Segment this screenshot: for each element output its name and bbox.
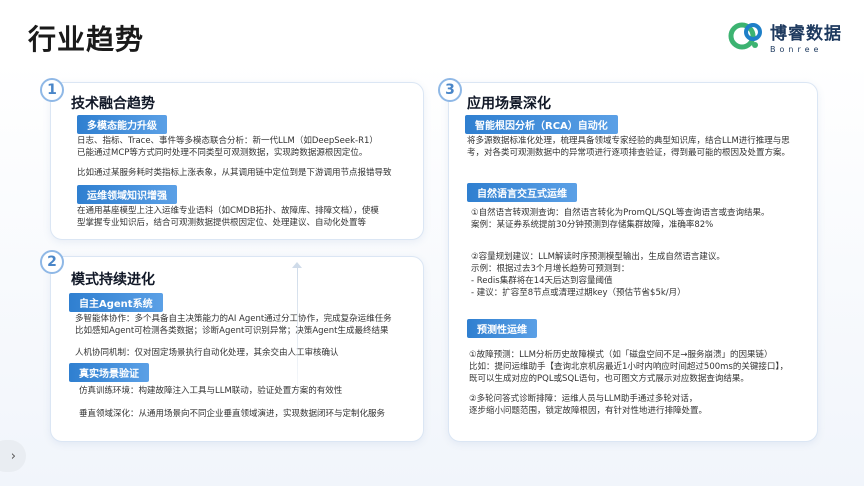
bonree-logo-icon	[728, 22, 762, 50]
tag-multimodal: 多模态能力升级	[77, 115, 167, 134]
text-line: 在通用基座模型上注入运维专业语料（如CMDB拓扑、故障库、排障文档），使模	[77, 206, 379, 216]
text-line: ①自然语言转观测查询：自然语言转化为PromQL/SQL等查询语言或查询结果。	[471, 208, 770, 218]
text-line: 已能通过MCP等方式同时处理不同类型可观测数据，实现跨数据源根因定位。	[77, 148, 368, 158]
text-line: 垂直领域深化：从通用场景向不同企业垂直领域演进，实现数据闭环与定制化服务	[79, 409, 386, 419]
tag-nl-ops: 自然语言交互式运维	[467, 183, 577, 202]
card-title: 应用场景深化	[467, 96, 551, 112]
text-line: 示例：根据过去3个月增长趋势可预测到：	[471, 264, 630, 274]
page-title: 行业趋势	[28, 23, 145, 56]
card-model-evolution: 模式持续进化 自主Agent系统 多智能体协作：多个具备自主决策能力的AI Ag…	[50, 256, 424, 442]
card-scenario-deepening: 应用场景深化 智能根因分析（RCA）自动化 将多源数据标准化处理，梳理具备领域专…	[448, 82, 818, 442]
arrow-up-icon	[292, 262, 302, 268]
text-line: 比如：提问运维助手【查询北京机房最近1小时内响应时间超过500ms的关键接口】，	[469, 362, 789, 372]
card-title: 技术融合趋势	[71, 96, 155, 112]
text-line: ①故障预测：LLM分析历史故障模式（如「磁盘空间不足→服务崩溃」的因果链）	[469, 350, 773, 360]
divider-line	[297, 268, 298, 418]
text-line: 逐步缩小问题范围，锁定故障根因，有针对性地进行排障处置。	[469, 406, 708, 416]
text-line: 型掌握专业知识后，结合可观测数据提供根因定位、处理建议、自动化处置等	[77, 218, 367, 228]
text-line: 将多源数据标准化处理，梳理具备领域专家经验的典型知识库，结合LLM进行推理与思	[467, 136, 790, 146]
card-number-badge: 2	[40, 250, 64, 274]
text-line: ②多轮问答式诊断排障：运维人员与LLM助手通过多轮对话，	[469, 394, 698, 404]
text-line: 仿真训练环境：构建故障注入工具与LLM联动，验证处置方案的有效性	[79, 386, 343, 396]
tag-autonomous-agent: 自主Agent系统	[69, 293, 163, 312]
card-tech-fusion: 技术融合趋势 多模态能力升级 日志、指标、Trace、事件等多模态联合分析：新一…	[50, 82, 424, 240]
tag-predictive-ops: 预测性运维	[467, 319, 537, 338]
tag-real-scenario: 真实场景验证	[69, 363, 149, 382]
text-line: 人机协同机制：仅对固定场景执行自动化处理，其余交由人工审核确认	[75, 348, 339, 358]
logo-name-en: Bonree	[770, 44, 823, 54]
text-line: 比如感知Agent可检测各类数据；诊断Agent可识别异常；决策Agent生成最…	[75, 326, 389, 336]
text-line: ②容量规划建议：LLM解读时序预测模型输出，生成自然语言建议。	[471, 252, 725, 262]
tag-domain-knowledge: 运维领域知识增强	[77, 185, 177, 204]
brand-logo: 博睿数据 Bonree	[728, 18, 842, 54]
card-number-badge: 3	[438, 78, 462, 102]
text-line: - 建议：扩容至8节点或清理过期key（预估节省$5k/月）	[471, 288, 686, 298]
text-line: 比如通过某服务耗时类指标上涨表象，从其调用链中定位到是下游调用节点报错导致	[77, 168, 392, 178]
card-number-badge: 1	[40, 78, 64, 102]
text-line: - Redis集群将在14天后达到容量阈值	[471, 276, 613, 286]
logo-name-cn: 博睿数据	[770, 23, 842, 44]
card-title: 模式持续进化	[71, 272, 155, 288]
text-line: 考，对各类可观测数据中的异常项进行逐项排查验证，得到最可能的根因及处置方案。	[467, 148, 791, 158]
text-line: 既可以生成对应的PQL或SQL语句，也可图文方式展示对应数据查询结果。	[469, 374, 749, 384]
text-line: 日志、指标、Trace、事件等多模态联合分析：新一代LLM（如DeepSeek-…	[77, 136, 378, 146]
text-line: 案例：某证券系统提前30分钟预测到存储集群故障，准确率82%	[471, 220, 714, 230]
chevron-right-icon: ›	[10, 448, 16, 464]
tag-rca: 智能根因分析（RCA）自动化	[465, 115, 618, 134]
text-line: 多智能体协作：多个具备自主决策能力的AI Agent通过分工协作，完成复杂运维任…	[75, 314, 392, 324]
